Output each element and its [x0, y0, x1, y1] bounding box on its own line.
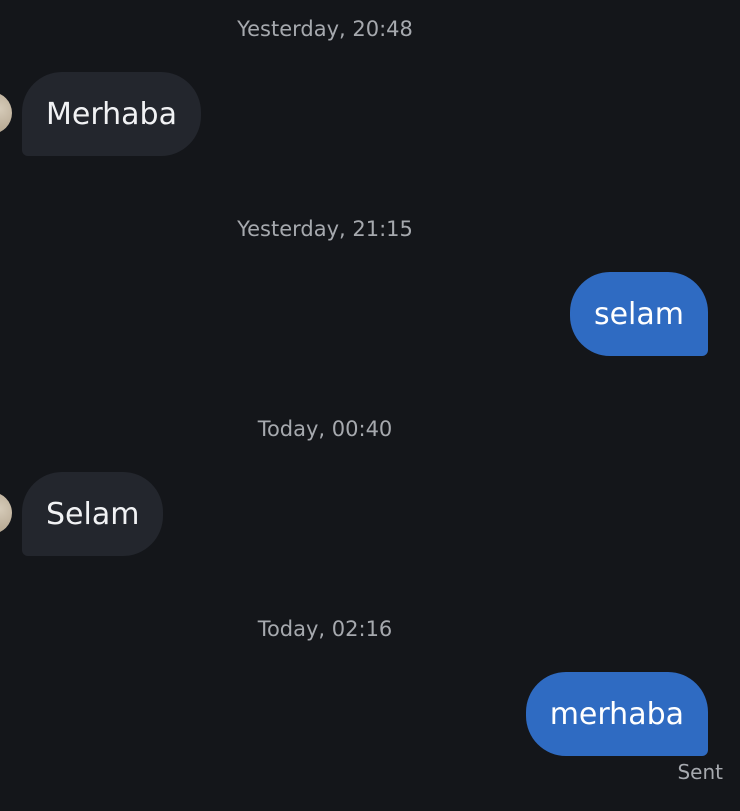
outgoing-message-bubble[interactable]: selam	[569, 272, 708, 356]
incoming-message-bubble[interactable]: Merhaba	[22, 72, 201, 156]
message-timestamp: Today, 02:16	[257, 617, 393, 641]
chat-thread[interactable]: Yesterday, 20:48 Merhaba Yesterday, 21:1…	[0, 0, 740, 811]
incoming-message-bubble[interactable]: Selam	[22, 472, 164, 556]
outgoing-message-bubble[interactable]: merhaba	[525, 672, 708, 756]
delivery-status: Sent	[677, 760, 723, 784]
message-timestamp: Yesterday, 20:48	[237, 17, 413, 41]
contact-avatar[interactable]	[0, 492, 12, 534]
message-timestamp: Yesterday, 21:15	[237, 217, 413, 241]
contact-avatar[interactable]	[0, 92, 12, 134]
message-timestamp: Today, 00:40	[257, 417, 393, 441]
